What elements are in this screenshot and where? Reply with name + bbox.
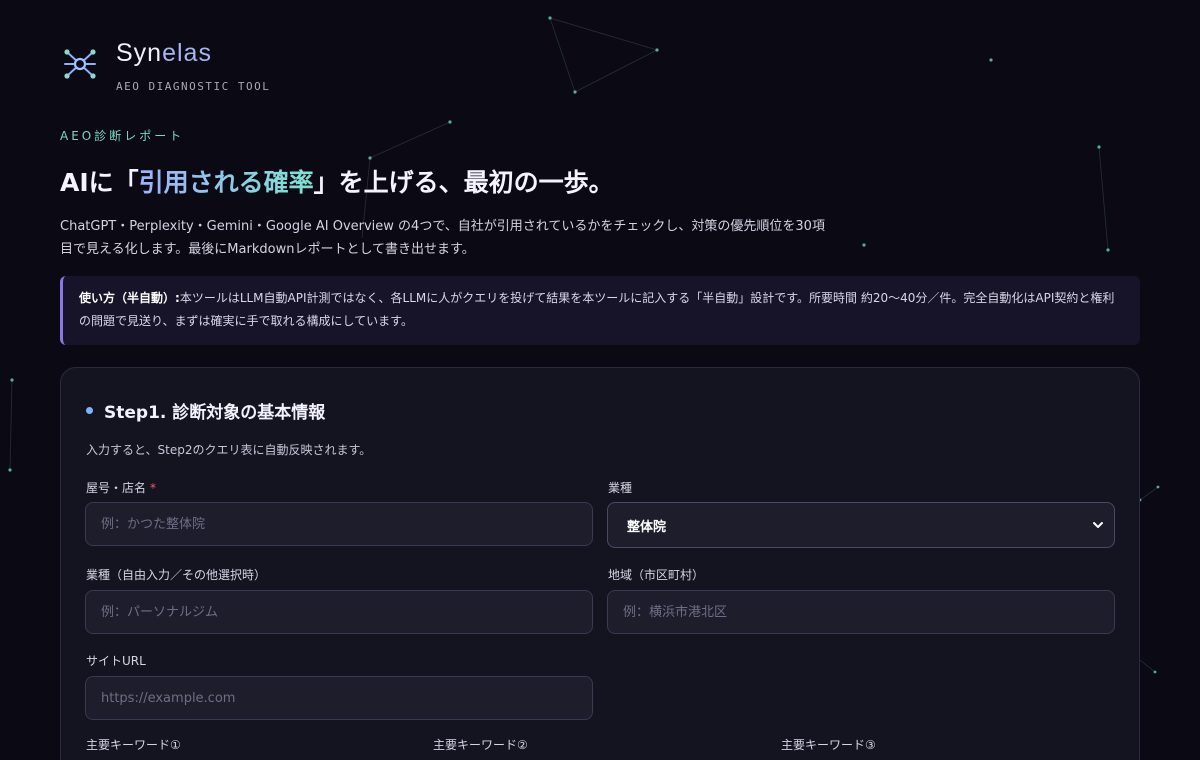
shop-name-label: 屋号・店名 * — [86, 481, 157, 495]
usage-notice: 使い方（半自動）:本ツールはLLM自動API計測ではなく、各LLMに人がクエリを… — [60, 276, 1140, 345]
site-url-label: サイトURL — [86, 654, 146, 668]
notice-label: 使い方（半自動）: — [79, 291, 180, 305]
region-label: 地域（市区町村） — [608, 568, 705, 582]
notice-text: 本ツールはLLM自動API計測ではなく、各LLMに人がクエリを投げて結果を本ツー… — [79, 291, 1115, 328]
lead-paragraph: ChatGPT・Perplexity・Gemini・Google AI Over… — [60, 219, 825, 257]
industry-free-input[interactable] — [85, 590, 593, 634]
step1-subtitle: 入力すると、Step2のクエリ表に自動反映されます。 — [86, 443, 372, 457]
network-node-icon — [64, 49, 96, 79]
site-url-input[interactable] — [85, 676, 593, 720]
region-input[interactable] — [607, 590, 1115, 634]
industry-free-label: 業種（自由入力／その他選択時） — [86, 568, 267, 582]
industry-select[interactable]: 整体院 — [607, 502, 1115, 548]
page-headline: AIに「引用される確率」を上げる、最初の一歩。 — [60, 168, 614, 197]
keyword3-label: 主要キーワード③ — [781, 738, 876, 752]
brand-name: Synelas — [116, 39, 212, 67]
keyword1-label: 主要キーワード① — [86, 738, 181, 752]
brand-tagline: AEO DIAGNOSTIC TOOL — [116, 80, 271, 93]
eyebrow-label: AEO診断レポート — [60, 129, 185, 143]
industry-selected-value: 整体院 — [627, 519, 667, 535]
chevron-down-icon — [1093, 522, 1103, 528]
step1-title: Step1. 診断対象の基本情報 — [86, 398, 325, 423]
brand-header: Synelas AEO DIAGNOSTIC TOOL — [60, 38, 270, 93]
shop-name-input[interactable] — [85, 502, 593, 546]
keyword2-label: 主要キーワード② — [433, 738, 528, 752]
industry-label: 業種 — [608, 481, 633, 495]
step1-card: Step1. 診断対象の基本情報 入力すると、Step2のクエリ表に自動反映され… — [60, 367, 1140, 760]
bullet-dot-icon — [86, 407, 93, 414]
